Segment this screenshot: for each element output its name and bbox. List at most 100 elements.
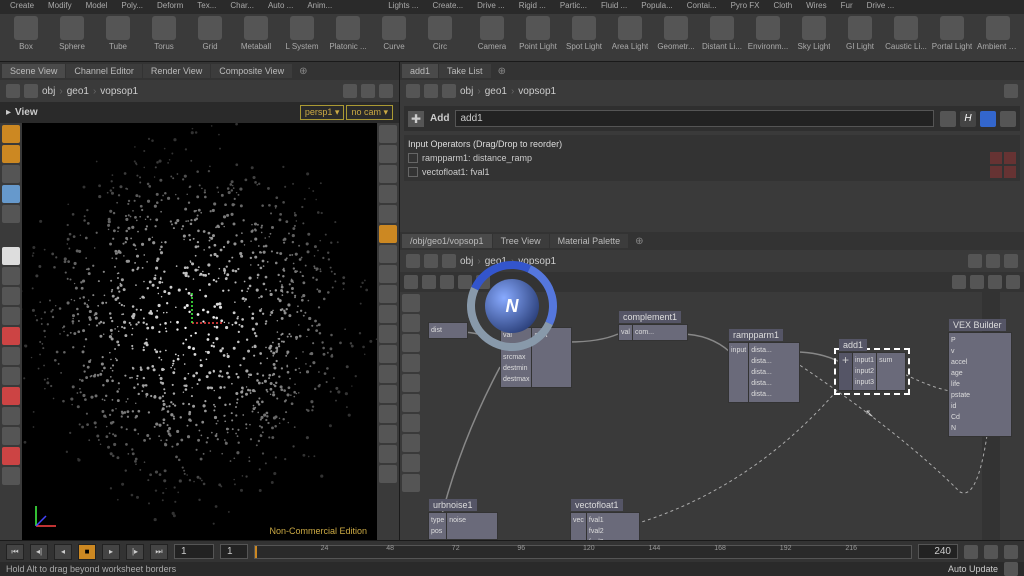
bc-obj[interactable]: obj	[460, 256, 473, 267]
tool-icon[interactable]	[2, 287, 20, 305]
node-dist[interactable]: dist	[428, 322, 468, 339]
shelf-item[interactable]: Ambient L...	[976, 16, 1020, 59]
tool-icon[interactable]	[2, 205, 20, 223]
shelf-item[interactable]: Portal Light	[930, 16, 974, 59]
menu-tab[interactable]: Modify	[42, 0, 78, 14]
wireframe-icon[interactable]	[343, 84, 357, 98]
shelf-item[interactable]: Torus	[142, 16, 186, 59]
tab-channel-editor[interactable]: Channel Editor	[66, 64, 142, 78]
bc-vopsop1[interactable]: vopsop1	[518, 256, 556, 267]
tab-add-icon[interactable]: ⊕	[492, 64, 512, 79]
bc-geo1[interactable]: geo1	[485, 86, 507, 97]
menu-tab[interactable]: Contai...	[681, 0, 723, 14]
tab-composite-view[interactable]: Composite View	[211, 64, 292, 78]
bc-obj[interactable]: obj	[42, 86, 55, 97]
persp-dropdown[interactable]: persp1 ▾	[300, 105, 345, 120]
node-turbnoise1[interactable]: urbnoise1 type pos noise	[428, 512, 498, 540]
menu-tab[interactable]: Fur	[835, 0, 859, 14]
tool-icon[interactable]	[2, 407, 20, 425]
cam-dropdown[interactable]: no cam ▾	[346, 105, 393, 120]
menu-tab[interactable]: Char...	[224, 0, 260, 14]
current-frame-input[interactable]: 1	[174, 544, 214, 559]
node-tool-icon[interactable]	[458, 275, 472, 289]
snap-icon[interactable]	[379, 345, 397, 363]
tool-icon[interactable]	[2, 165, 20, 183]
snap-icon[interactable]	[379, 285, 397, 303]
node-tool-icon[interactable]	[422, 275, 436, 289]
timeline-track[interactable]: 24487296120144168192216	[254, 545, 912, 559]
node-nav-icon[interactable]	[402, 334, 420, 352]
node-tool-icon[interactable]	[988, 275, 1002, 289]
menu-tab[interactable]: Wires	[800, 0, 832, 14]
snap-icon[interactable]	[379, 425, 397, 443]
menu-tab[interactable]: Auto ...	[262, 0, 299, 14]
arrow-tool-icon[interactable]	[2, 247, 20, 265]
tab-render-view[interactable]: Render View	[143, 64, 210, 78]
bc-vopsop1[interactable]: vopsop1	[518, 86, 556, 97]
node-fit1[interactable]: fit1 val srcmin srcmax destmin destmax s…	[500, 327, 572, 388]
shelf-item[interactable]: GI Light	[838, 16, 882, 59]
prev-frame-button[interactable]: ◂	[54, 544, 72, 560]
node-vex-output[interactable]: VEX Builder P v accel age life pstate id…	[948, 332, 1012, 437]
shelf-item[interactable]: Grid	[188, 16, 232, 59]
menu-tab[interactable]: Lights ...	[382, 0, 424, 14]
tab-add1[interactable]: add1	[402, 64, 438, 78]
bc-geo1[interactable]: geo1	[485, 256, 507, 267]
menu-tab[interactable]: Partic...	[554, 0, 593, 14]
shelf-item[interactable]: Platonic ...	[326, 16, 370, 59]
op-delete-icon[interactable]	[990, 152, 1002, 164]
tool-icon[interactable]	[2, 467, 20, 485]
input-op-row[interactable]: vectofloat1: fval1	[406, 165, 1018, 179]
viewport-expand-icon[interactable]: ▸	[6, 107, 11, 118]
h-icon[interactable]: H	[960, 111, 976, 127]
tool-icon[interactable]	[2, 447, 20, 465]
start-frame[interactable]: 1	[220, 544, 248, 559]
shelf-item[interactable]: Area Light	[608, 16, 652, 59]
viewport-canvas[interactable]: Non-Commercial Edition	[22, 123, 377, 540]
node-rampparm1[interactable]: rampparm1 input dista... dista... dista.…	[728, 342, 800, 403]
snap-icon[interactable]	[379, 305, 397, 323]
flag-icon[interactable]	[1004, 84, 1018, 98]
pin-icon[interactable]	[406, 254, 420, 268]
layout-icon[interactable]	[986, 254, 1000, 268]
shelf-item[interactable]: Sky Light	[792, 16, 836, 59]
tab-node-path[interactable]: /obj/geo1/vopsop1	[402, 234, 492, 248]
snap-icon[interactable]	[379, 165, 397, 183]
menu-tab[interactable]: Model	[80, 0, 114, 14]
audio-icon[interactable]	[1004, 545, 1018, 559]
shelf-item[interactable]: Sphere	[50, 16, 94, 59]
node-nav-icon[interactable]	[402, 314, 420, 332]
select-tool-icon[interactable]	[2, 125, 20, 143]
cook-icon[interactable]	[1004, 562, 1018, 576]
menu-tab[interactable]: Poly...	[115, 0, 149, 14]
tool-icon[interactable]	[2, 267, 20, 285]
cube-tool-icon[interactable]	[2, 145, 20, 163]
shelf-item[interactable]: Distant Li...	[700, 16, 744, 59]
shelf-item[interactable]: Curve	[372, 16, 416, 59]
shelf-item[interactable]: L System	[280, 16, 324, 59]
layout-icon[interactable]	[1004, 254, 1018, 268]
node-graph[interactable]: dist fit1 val srcmin srcmax destmin dest…	[400, 292, 1024, 540]
back-icon[interactable]	[424, 84, 438, 98]
snap-icon[interactable]	[379, 125, 397, 143]
shaded-icon[interactable]	[361, 84, 375, 98]
snap-icon[interactable]	[379, 325, 397, 343]
op-delete-icon[interactable]	[1004, 166, 1016, 178]
help-icon[interactable]	[1000, 111, 1016, 127]
tool-icon[interactable]	[2, 367, 20, 385]
menu-tab[interactable]: Anim...	[301, 0, 338, 14]
op-toggle-icon[interactable]	[408, 153, 418, 163]
menu-tab[interactable]: Fluid ...	[595, 0, 633, 14]
node-tool-icon[interactable]	[404, 275, 418, 289]
last-frame-button[interactable]: ⏭	[150, 544, 168, 560]
node-nav-icon[interactable]	[402, 394, 420, 412]
info-icon[interactable]	[980, 111, 996, 127]
input-op-row[interactable]: rampparm1: distance_ramp	[406, 151, 1018, 165]
node-nav-icon[interactable]	[402, 414, 420, 432]
menu-tab[interactable]: Tex...	[191, 0, 222, 14]
node-add1[interactable]: add1 + input1 input2 input3 sum	[838, 352, 906, 391]
bc-vopsop1[interactable]: vopsop1	[100, 86, 138, 97]
tool-icon[interactable]	[2, 185, 20, 203]
tab-scene-view[interactable]: Scene View	[2, 64, 65, 78]
home-icon[interactable]	[24, 84, 38, 98]
